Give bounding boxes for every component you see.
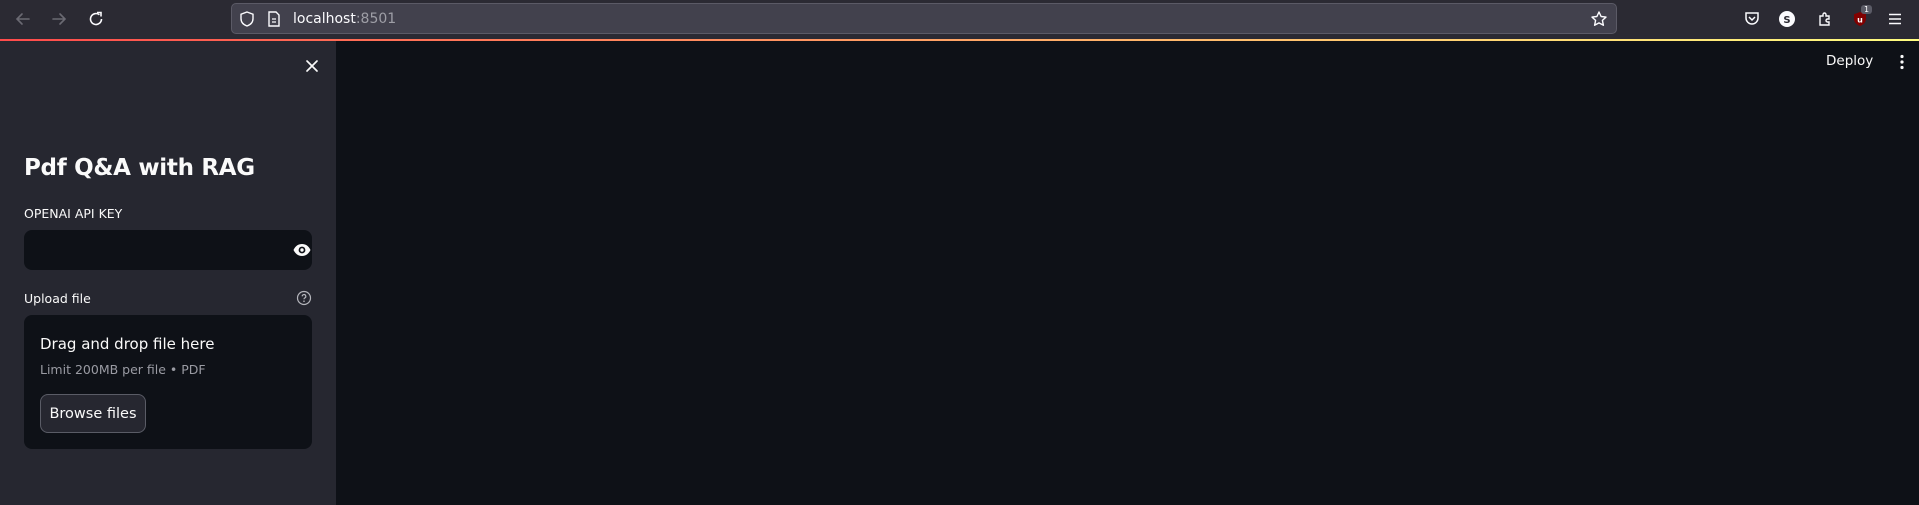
browse-files-button[interactable]: Browse files — [40, 394, 146, 433]
back-arrow-icon — [15, 13, 30, 25]
deploy-button[interactable]: Deploy — [1826, 53, 1873, 69]
url-bar[interactable]: localhost:8501 — [231, 3, 1617, 34]
pocket-icon — [1745, 12, 1759, 25]
upload-limit-text: Limit 200MB per file • PDF — [40, 362, 206, 377]
reload-icon — [89, 11, 103, 26]
sidebar-close-button[interactable] — [300, 54, 324, 78]
drop-text: Drag and drop file here — [40, 335, 215, 353]
bookmark-star-icon[interactable] — [1590, 10, 1608, 28]
file-uploader-dropzone[interactable]: Drag and drop file here Limit 200MB per … — [24, 315, 312, 449]
browser-toolbar: localhost:8501 S u 1 — [0, 0, 1919, 39]
account-button[interactable]: S — [1776, 8, 1798, 30]
url-text[interactable]: localhost:8501 — [293, 11, 396, 27]
upload-label: Upload file — [24, 291, 91, 306]
page-icon[interactable] — [265, 10, 283, 28]
svg-text:u: u — [1857, 16, 1863, 25]
shield-icon[interactable] — [238, 10, 256, 28]
browser-menu-button[interactable] — [1884, 8, 1906, 30]
page-title: Pdf Q&A with RAG — [24, 155, 255, 181]
main-menu-button[interactable] — [1891, 51, 1913, 73]
hamburger-menu-icon — [1889, 13, 1901, 25]
pocket-button[interactable] — [1741, 8, 1763, 30]
extension-badge: 1 — [1861, 5, 1873, 14]
url-host: localhost — [293, 11, 356, 27]
svg-text:S: S — [1783, 15, 1790, 26]
extensions-button[interactable] — [1814, 8, 1836, 30]
forward-button[interactable] — [47, 8, 71, 30]
api-key-input[interactable] — [24, 230, 312, 270]
url-port: :8501 — [355, 11, 397, 27]
help-icon[interactable] — [296, 290, 312, 306]
back-button[interactable] — [11, 8, 35, 30]
reload-button[interactable] — [84, 8, 108, 30]
puzzle-icon — [1819, 12, 1830, 26]
api-key-label: OPENAI API KEY — [24, 206, 123, 221]
ublock-button[interactable]: u 1 — [1849, 5, 1873, 30]
sidebar: Pdf Q&A with RAG OPENAI API KEY Upload f… — [0, 41, 336, 505]
eye-icon[interactable] — [292, 240, 312, 260]
forward-arrow-icon — [52, 13, 67, 25]
main-content: Deploy — [336, 41, 1919, 505]
account-icon: S — [1779, 11, 1795, 27]
close-icon — [306, 60, 318, 72]
kebab-menu-icon — [1900, 54, 1904, 70]
